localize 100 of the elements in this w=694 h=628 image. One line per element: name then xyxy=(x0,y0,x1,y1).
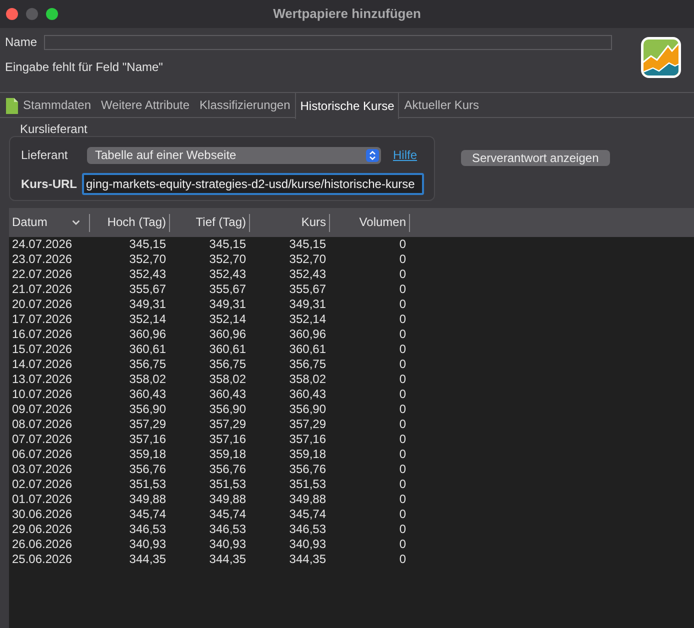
table-cell-text: 30.06.2026 xyxy=(11,507,74,522)
table-cell-text: 357,29 xyxy=(208,417,247,432)
table-cell-text: 351,53 xyxy=(288,477,327,492)
tab[interactable]: Klassifizierungen xyxy=(194,93,296,118)
table-cell-text: 345,74 xyxy=(208,507,247,522)
table-cell-text: 0 xyxy=(398,297,407,312)
table-cell-text: 357,16 xyxy=(288,432,327,447)
table-cell-text: 0 xyxy=(398,372,407,387)
table-cell-text: 0 xyxy=(398,282,407,297)
table-cell-text: 358,02 xyxy=(208,372,247,387)
table-cell-text: 349,88 xyxy=(288,492,327,507)
table-cell-text: 360,43 xyxy=(288,387,327,402)
table-cell-text: 0 xyxy=(398,252,407,267)
table-cell-text: 355,67 xyxy=(288,282,327,297)
table-cell-text: 360,43 xyxy=(128,387,167,402)
table-cell-text: 21.07.2026 xyxy=(11,282,74,297)
table-cell-text: 346,53 xyxy=(208,522,247,537)
table-cell-text: 360,61 xyxy=(288,342,327,357)
tab[interactable]: Historische Kurse xyxy=(295,93,400,119)
provider-dropdown[interactable]: Tabelle auf einer Webseite xyxy=(87,147,381,164)
table-cell-text: 356,75 xyxy=(208,357,247,372)
table-cell-text: 14.07.2026 xyxy=(11,357,74,372)
table-cell-text: 0 xyxy=(398,237,407,252)
table-cell-text: 10.07.2026 xyxy=(11,387,74,402)
table-cell-text: 16.07.2026 xyxy=(11,327,74,342)
table-cell-text: 352,14 xyxy=(208,312,247,327)
help-link[interactable]: Hilfe xyxy=(393,148,418,163)
name-field[interactable] xyxy=(44,35,612,50)
table-cell-text: 20.07.2026 xyxy=(11,297,74,312)
tab[interactable]: Aktueller Kurs xyxy=(399,93,484,118)
table-cell-text: 03.07.2026 xyxy=(11,462,74,477)
table-cell-text: 345,74 xyxy=(288,507,327,522)
table-cell-text: 340,93 xyxy=(208,537,247,552)
table-cell-text: 349,88 xyxy=(208,492,247,507)
table-cell-text: 349,31 xyxy=(128,297,167,312)
chart-logo-icon xyxy=(641,37,681,78)
table-cell-text: 352,43 xyxy=(128,267,167,282)
column-header[interactable]: Hoch (Tag) xyxy=(90,214,170,232)
table-cell-text: 358,02 xyxy=(288,372,327,387)
table-cell-text: 355,67 xyxy=(128,282,167,297)
table-cell-text: 29.06.2026 xyxy=(11,522,74,537)
url-field[interactable]: ging-markets-equity-strategies-d2-usd/kurse/historische-kurse xyxy=(82,173,424,195)
table-cell-text: 346,53 xyxy=(288,522,327,537)
table-cell-text: 02.07.2026 xyxy=(11,477,74,492)
table-cell-text: 0 xyxy=(398,552,407,567)
column-header[interactable]: Volumen xyxy=(330,214,410,232)
table-cell-text: 0 xyxy=(398,537,407,552)
table-cell-text: 0 xyxy=(398,342,407,357)
table-cell-text: 0 xyxy=(398,432,407,447)
table-cell-text: 352,70 xyxy=(128,252,167,267)
updown-chevron-icon xyxy=(366,149,379,162)
column-header[interactable]: Tief (Tag) xyxy=(170,214,250,232)
table-cell-text: 352,14 xyxy=(128,312,167,327)
table-cell-text: 07.07.2026 xyxy=(11,432,74,447)
table-cell-text: 0 xyxy=(398,507,407,522)
table-cell-text: 23.07.2026 xyxy=(11,252,74,267)
table-cell-text: 358,02 xyxy=(128,372,167,387)
table-cell-text: 345,15 xyxy=(128,237,167,252)
table-cell-text: 09.07.2026 xyxy=(11,402,74,417)
table-cell-text: 360,61 xyxy=(208,342,247,357)
server-response-button[interactable]: Serverantwort anzeigen xyxy=(461,150,610,166)
field-label: Lieferant xyxy=(21,148,69,163)
window-title: Wertpapiere hinzufügen xyxy=(273,6,421,22)
table-cell-text: 0 xyxy=(398,327,407,342)
table-cell-text: 13.07.2026 xyxy=(11,372,74,387)
table-cell-text: 346,53 xyxy=(128,522,167,537)
table-cell-text: 352,43 xyxy=(288,267,327,282)
table-cell-text: 22.07.2026 xyxy=(11,267,74,282)
table-cell-text: 0 xyxy=(398,477,407,492)
table-cell-text: 357,29 xyxy=(288,417,327,432)
table-cell-text: 357,16 xyxy=(128,432,167,447)
table-cell-text: 359,18 xyxy=(208,447,247,462)
table-cell-text: 356,75 xyxy=(288,357,327,372)
close-icon[interactable] xyxy=(6,8,18,20)
table-cell-text: 349,31 xyxy=(288,297,327,312)
table-cell-text: 359,18 xyxy=(288,447,327,462)
zoom-icon[interactable] xyxy=(46,8,58,20)
table-cell-text: 349,31 xyxy=(208,297,247,312)
table-cell-text: 349,88 xyxy=(128,492,167,507)
column-header[interactable]: Datum xyxy=(9,214,90,232)
table-cell-text: 24.07.2026 xyxy=(11,237,74,252)
column-header[interactable]: Kurs xyxy=(250,214,330,232)
table-cell-text: 356,76 xyxy=(288,462,327,477)
table-cell-text: 352,70 xyxy=(208,252,247,267)
table-cell-text: 356,76 xyxy=(208,462,247,477)
table-cell-text: 360,96 xyxy=(288,327,327,342)
table-cell-text: 345,15 xyxy=(208,237,247,252)
table-cell-text: 356,75 xyxy=(128,357,167,372)
table-cell-text: 345,15 xyxy=(288,237,327,252)
tab[interactable]: Weitere Attribute xyxy=(96,93,195,118)
table-cell-text: 340,93 xyxy=(288,537,327,552)
table-cell-text: 356,76 xyxy=(128,462,167,477)
chevron-down-icon xyxy=(72,220,80,225)
validation-message: Eingabe fehlt für Feld "Name" xyxy=(5,60,164,74)
table-cell-text: 0 xyxy=(398,357,407,372)
table-cell-text: 357,29 xyxy=(128,417,167,432)
tab[interactable]: Stammdaten xyxy=(5,93,96,118)
table-cell-text: 345,74 xyxy=(128,507,167,522)
table-cell-text: 17.07.2026 xyxy=(11,312,74,327)
table-cell-text: 352,43 xyxy=(208,267,247,282)
